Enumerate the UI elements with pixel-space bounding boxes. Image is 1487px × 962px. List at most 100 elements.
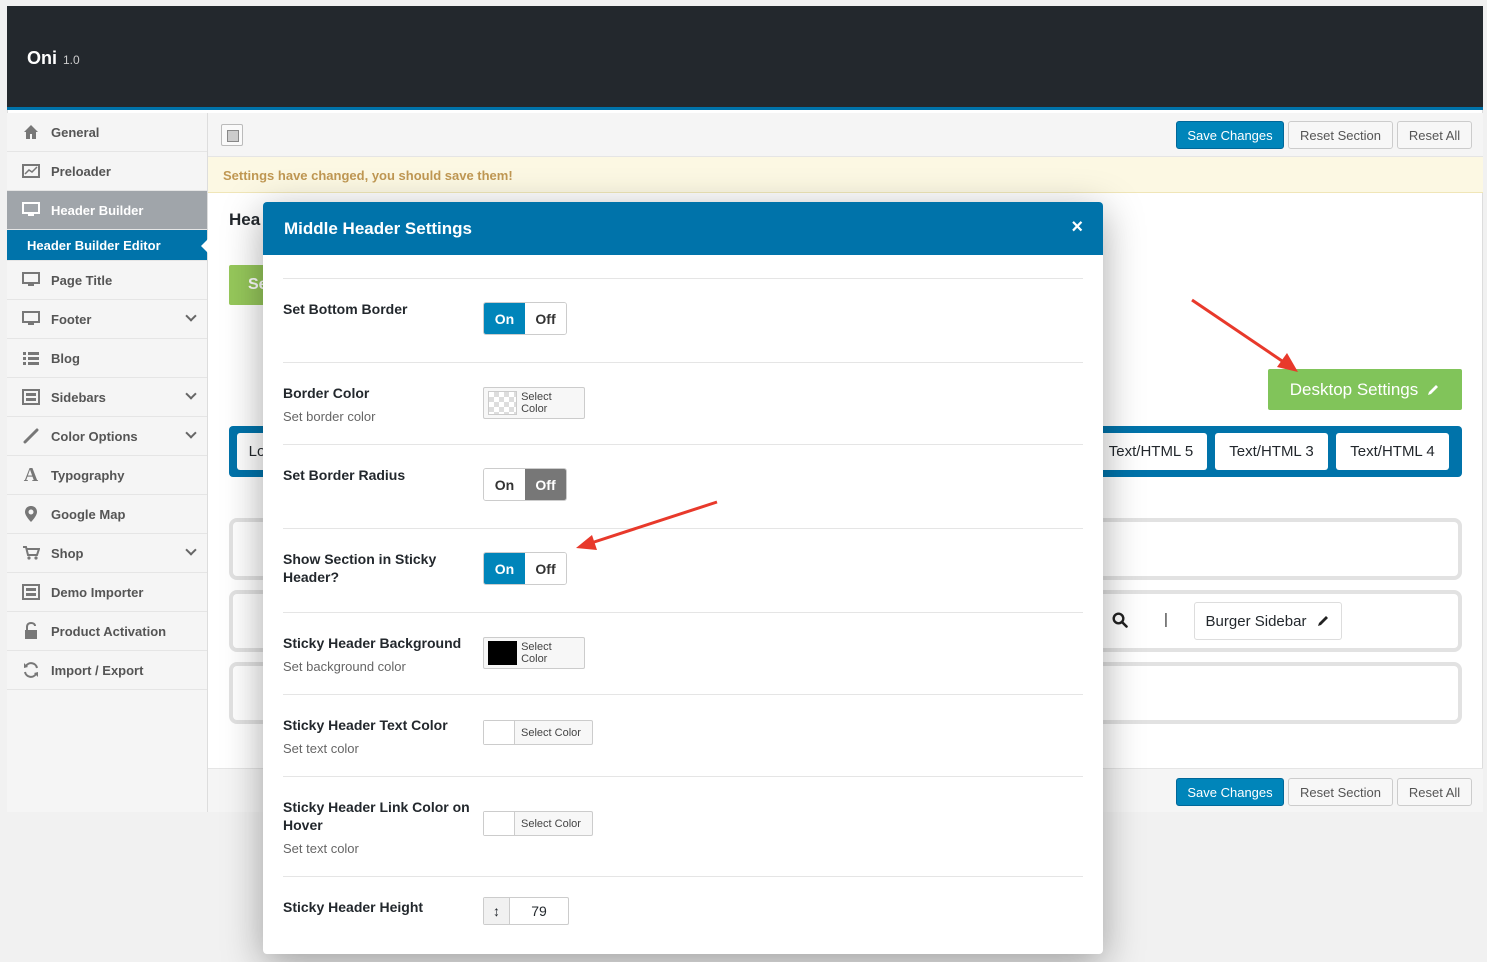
sidebar-item-blog[interactable]: Blog <box>7 339 207 378</box>
reset-all-button[interactable]: Reset All <box>1397 121 1472 149</box>
burger-sidebar-label: Burger Sidebar <box>1205 612 1307 630</box>
sidebar-item-header-builder-editor[interactable]: Header Builder Editor <box>7 230 208 261</box>
field-label: Sticky Header Background <box>283 635 462 651</box>
sidebar-item-header-builder[interactable]: Header Builder <box>7 191 207 230</box>
sticky-height-input[interactable]: ↕ 79 <box>483 897 569 925</box>
sidebar-item-footer[interactable]: Footer <box>7 300 207 339</box>
reset-section-button[interactable]: Reset Section <box>1288 121 1393 149</box>
middle-header-settings-modal: Middle Header Settings × Set Bottom Bord… <box>263 202 1103 954</box>
field-label: Set Border Radius <box>283 467 406 483</box>
chevron-down-icon[interactable] <box>185 310 197 322</box>
switch-on[interactable]: On <box>484 303 525 334</box>
monitor-icon <box>21 271 41 289</box>
field-description: Set text color <box>283 741 359 756</box>
layout-icon <box>21 388 41 406</box>
sidebar-item-label: Typography <box>51 467 125 483</box>
sidebar-item-preloader[interactable]: Preloader <box>7 152 207 191</box>
brush-icon <box>21 427 41 445</box>
sidebar-item-label: Sidebars <box>51 389 106 405</box>
bottom-border-switch[interactable]: On Off <box>483 302 567 335</box>
sidebar-item-label: Shop <box>51 545 84 561</box>
element-chip[interactable]: Text/HTML 4 <box>1336 433 1449 470</box>
sidebar-item-general[interactable]: General <box>7 113 207 152</box>
element-chip[interactable]: Text/HTML 5 <box>1095 433 1207 470</box>
map-pin-icon <box>21 505 41 523</box>
field-label: Sticky Header Text Color <box>283 717 448 733</box>
desktop-settings-button[interactable]: Desktop Settings <box>1268 369 1462 410</box>
switch-on[interactable]: On <box>484 553 525 584</box>
field-label: Show Section in Sticky Header? <box>283 551 437 585</box>
switch-off[interactable]: Off <box>525 469 566 500</box>
sidebar-item-sidebars[interactable]: Sidebars <box>7 378 207 417</box>
sticky-height-value[interactable]: 79 <box>510 898 568 924</box>
sidebar-item-label: Import / Export <box>51 662 144 678</box>
sidebar-item-shop[interactable]: Shop <box>7 534 207 573</box>
save-changes-button[interactable]: Save Changes <box>1176 121 1284 149</box>
close-icon[interactable]: × <box>1071 216 1083 239</box>
chevron-down-icon[interactable] <box>185 427 197 439</box>
switch-on[interactable]: On <box>484 469 525 500</box>
save-changes-button-bottom[interactable]: Save Changes <box>1176 778 1284 806</box>
sidebar-item-google-map[interactable]: Google Map <box>7 495 207 534</box>
sidebar-item-label: Header Builder <box>51 202 144 218</box>
reset-section-button-bottom[interactable]: Reset Section <box>1288 778 1393 806</box>
chevron-down-icon[interactable] <box>185 388 197 400</box>
field-description: Set border color <box>283 409 376 424</box>
sidebar-item-label: General <box>51 124 100 140</box>
layout-icon <box>21 583 41 601</box>
sidebar-item-label: Google Map <box>51 506 126 522</box>
resize-vertical-icon: ↕ <box>484 898 510 924</box>
field-sticky-height: Sticky Header Height ↕ 79 <box>283 877 1083 954</box>
field-row-partial <box>283 255 1083 279</box>
sticky-text-color-picker[interactable]: Select Color <box>483 720 593 745</box>
border-radius-switch[interactable]: On Off <box>483 468 567 501</box>
chart-icon <box>21 162 41 180</box>
app-name: Oni <box>27 48 57 68</box>
pencil-icon[interactable] <box>1316 614 1330 628</box>
field-label: Border Color <box>283 385 370 401</box>
chevron-down-icon[interactable] <box>185 544 197 556</box>
desktop-settings-label: Desktop Settings <box>1289 379 1419 399</box>
switch-off[interactable]: Off <box>525 553 566 584</box>
transparent-swatch <box>488 391 518 415</box>
field-description: Set background color <box>283 659 406 674</box>
reset-all-button-bottom[interactable]: Reset All <box>1397 778 1472 806</box>
sidebar-item-label: Product Activation <box>51 623 167 639</box>
sticky-bg-color-picker[interactable]: Select Color <box>483 637 585 669</box>
sidebar-item-import-export[interactable]: Import / Export <box>7 651 207 690</box>
cart-icon <box>21 544 41 562</box>
sidebar-item-product-activation[interactable]: Product Activation <box>7 612 207 651</box>
select-color-label: Select Color <box>521 391 552 415</box>
sticky-show-switch[interactable]: On Off <box>483 552 567 585</box>
empty-swatch <box>484 812 515 835</box>
sidebar-item-demo-importer[interactable]: Demo Importer <box>7 573 207 612</box>
expand-options-button[interactable] <box>221 124 243 146</box>
sidebar-item-page-title[interactable]: Page Title <box>7 261 207 300</box>
burger-sidebar-chip[interactable]: Burger Sidebar <box>1194 602 1342 640</box>
sidebar-item-color-options[interactable]: Color Options <box>7 417 207 456</box>
field-label: Sticky Header Link Color on Hover <box>283 799 470 833</box>
element-chip[interactable]: Text/HTML 3 <box>1215 433 1328 470</box>
select-color-label: Select Color <box>521 817 581 830</box>
sidebar: General Preloader Header Builder Header … <box>7 113 208 812</box>
field-sticky-background: Sticky Header Background Set background … <box>283 613 1083 695</box>
field-sticky-link-color: Sticky Header Link Color on Hover Set te… <box>283 777 1083 877</box>
sidebar-item-label: Header Builder Editor <box>27 237 161 253</box>
select-color-label: Select Color <box>521 726 581 739</box>
pencil-icon <box>1428 384 1439 395</box>
sidebar-item-label: Color Options <box>51 428 138 444</box>
pipe-divider: | <box>1164 611 1168 628</box>
page-heading: Hea <box>229 210 261 229</box>
switch-off[interactable]: Off <box>525 303 566 334</box>
sidebar-item-label: Footer <box>51 311 92 327</box>
border-color-picker[interactable]: Select Color <box>483 387 585 419</box>
monitor-icon <box>21 201 41 219</box>
search-icon[interactable] <box>1112 612 1128 628</box>
select-color-label: Select Color <box>521 641 552 665</box>
sidebar-item-label: Blog <box>51 350 80 366</box>
black-swatch <box>488 641 518 665</box>
sticky-link-color-picker[interactable]: Select Color <box>483 811 593 836</box>
field-label: Set Bottom Border <box>283 301 408 317</box>
sidebar-item-typography[interactable]: A Typography <box>7 456 207 495</box>
field-set-border-radius: Set Border Radius On Off <box>283 445 1083 529</box>
